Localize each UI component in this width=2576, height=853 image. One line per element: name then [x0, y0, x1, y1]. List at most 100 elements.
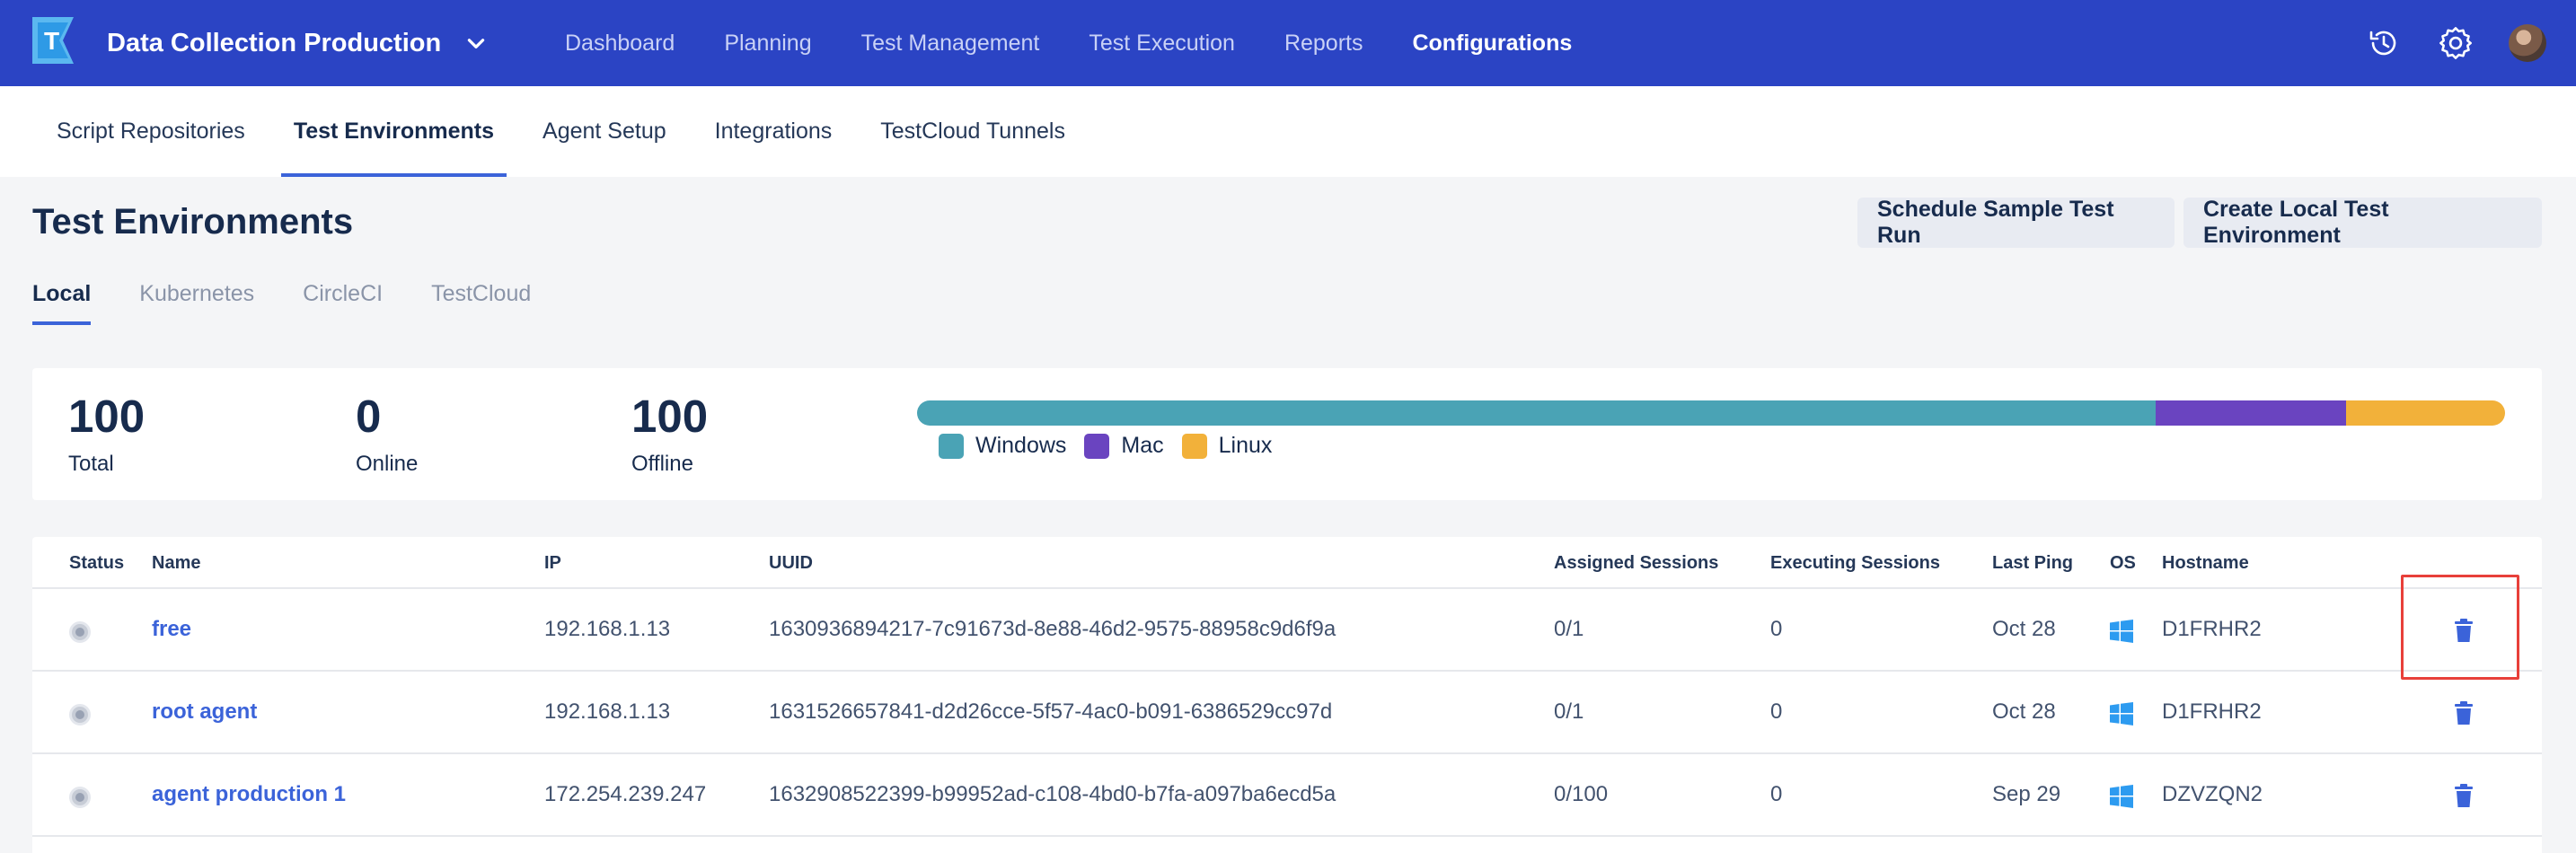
- nav-planning[interactable]: Planning: [724, 31, 811, 57]
- agent-executing-sessions: 0: [1770, 782, 1783, 806]
- legend-label: Windows: [975, 433, 1067, 458]
- subnav-integrations[interactable]: Integrations: [715, 86, 833, 177]
- agent-hostname: DZVZQN2: [2162, 782, 2263, 806]
- nav-dashboard[interactable]: Dashboard: [565, 31, 675, 57]
- tab-testcloud[interactable]: TestCloud: [431, 281, 531, 325]
- header-hostname: Hostname: [2162, 553, 2249, 573]
- page-title: Test Environments: [32, 202, 354, 242]
- header-name: Name: [152, 553, 201, 573]
- legend-label: Linux: [1218, 433, 1273, 458]
- status-offline-indicator: [69, 704, 91, 725]
- top-right-icons: [2332, 0, 2547, 86]
- status-offline-indicator: [69, 787, 91, 808]
- user-avatar[interactable]: [2508, 23, 2547, 63]
- agent-name-link[interactable]: free: [152, 617, 191, 642]
- schedule-sample-test-run-button[interactable]: Schedule Sample Test Run: [1857, 197, 2175, 248]
- nav-configurations[interactable]: Configurations: [1412, 31, 1572, 57]
- nav-reports[interactable]: Reports: [1284, 31, 1363, 57]
- trash-icon[interactable]: [2453, 700, 2475, 725]
- nav-test-management[interactable]: Test Management: [861, 31, 1040, 57]
- agent-summary-card: 100 Total 0 Online 100 Offline Windows Ma…: [32, 368, 2542, 500]
- header-uuid: UUID: [769, 553, 813, 573]
- project-selector[interactable]: Data Collection Production: [107, 0, 488, 86]
- stat-total-value: 100: [68, 391, 146, 442]
- project-name: Data Collection Production: [107, 28, 442, 57]
- windows-icon: [2110, 785, 2133, 808]
- header-executing-sessions: Executing Sessions: [1770, 553, 1940, 573]
- agent-uuid: 1632908522399-b99952ad-c108-4bd0-b7fa-a0…: [769, 782, 1337, 806]
- legend-item-windows: Windows: [939, 433, 1066, 459]
- stat-offline-value: 100: [631, 391, 709, 442]
- main-nav: Dashboard Planning Test Management Test …: [565, 0, 1621, 86]
- tab-circleci[interactable]: CircleCI: [303, 281, 383, 325]
- subnav-agent-setup[interactable]: Agent Setup: [543, 86, 666, 177]
- config-subnav: Script Repositories Test Environments Ag…: [0, 86, 2576, 177]
- agent-assigned-sessions: 0/1: [1554, 617, 1584, 641]
- agent-hostname: D1FRHR2: [2162, 617, 2262, 641]
- stat-offline-label: Offline: [631, 452, 693, 476]
- trash-icon[interactable]: [2453, 783, 2475, 808]
- agents-table: Status Name IP UUID Assigned Sessions Ex…: [32, 537, 2542, 853]
- agent-executing-sessions: 0: [1770, 617, 1783, 641]
- stat-total-label: Total: [68, 452, 114, 476]
- agent-name-link[interactable]: root agent: [152, 699, 257, 725]
- stat-online-value: 0: [356, 391, 382, 442]
- table-header: Status Name IP UUID Assigned Sessions Ex…: [32, 537, 2542, 589]
- agent-uuid: 1631526657841-d2d26cce-5f57-4ac0-b091-63…: [769, 699, 1333, 724]
- history-icon[interactable]: [2364, 23, 2404, 63]
- agent-assigned-sessions: 0/1: [1554, 699, 1584, 724]
- stat-total: 100 Total: [68, 393, 145, 477]
- gear-icon[interactable]: [2436, 23, 2475, 63]
- agent-hostname: D1FRHR2: [2162, 699, 2262, 724]
- subnav-testcloud-tunnels[interactable]: TestCloud Tunnels: [880, 86, 1065, 177]
- os-bar-segment-linux: [2346, 400, 2505, 426]
- environment-tabs: Local Kubernetes CircleCI TestCloud: [32, 281, 579, 325]
- stat-offline: 100 Offline: [631, 393, 708, 477]
- header-assigned-sessions: Assigned Sessions: [1554, 553, 1719, 573]
- agent-last-ping: Oct 28: [1992, 617, 2056, 641]
- chevron-down-icon: [467, 39, 485, 48]
- agent-ip: 192.168.1.13: [544, 699, 671, 724]
- legend-item-mac: Mac: [1084, 433, 1164, 459]
- os-legend: Windows Mac Linux: [939, 433, 1290, 459]
- tab-local[interactable]: Local: [32, 281, 92, 325]
- agent-last-ping: Sep 29: [1992, 782, 2061, 806]
- agent-last-ping: Oct 28: [1992, 699, 2056, 724]
- agent-assigned-sessions: 0/100: [1554, 782, 1609, 806]
- legend-swatch: [939, 433, 964, 459]
- header-last-ping: Last Ping: [1992, 553, 2074, 573]
- subnav-test-environments[interactable]: Test Environments: [280, 86, 507, 177]
- trash-icon[interactable]: [2453, 618, 2475, 643]
- avatar: [2509, 24, 2546, 62]
- subnav-script-repositories[interactable]: Script Repositories: [57, 86, 245, 177]
- table-row: root agent 192.168.1.13 1631526657841-d2…: [32, 672, 2542, 754]
- svg-text:T: T: [44, 27, 59, 55]
- os-bar-segment-windows: [917, 400, 2157, 426]
- create-local-test-environment-button[interactable]: Create Local Test Environment: [2183, 197, 2542, 248]
- legend-swatch: [1181, 433, 1207, 459]
- windows-icon: [2110, 620, 2133, 643]
- table-row: free 192.168.1.13 1630936894217-7c91673d…: [32, 589, 2542, 672]
- agent-name-link[interactable]: agent production 1: [152, 782, 346, 807]
- stat-online-label: Online: [356, 452, 419, 476]
- windows-icon: [2110, 702, 2133, 725]
- header-status: Status: [69, 553, 125, 573]
- agent-executing-sessions: 0: [1770, 699, 1783, 724]
- agent-uuid: 1630936894217-7c91673d-8e88-46d2-9575-88…: [769, 617, 1337, 641]
- agent-ip: 192.168.1.13: [544, 617, 671, 641]
- legend-item-linux: Linux: [1181, 433, 1273, 459]
- top-navbar: T Data Collection Production Dashboard P…: [0, 0, 2576, 86]
- header-os: OS: [2110, 553, 2136, 573]
- katalon-logo-icon[interactable]: T: [32, 17, 79, 64]
- agent-ip: 172.254.239.247: [544, 782, 707, 806]
- stat-online: 0 Online: [356, 393, 418, 477]
- nav-test-execution[interactable]: Test Execution: [1089, 31, 1235, 57]
- os-bar-segment-mac: [2156, 400, 2347, 426]
- header-ip: IP: [544, 553, 561, 573]
- legend-swatch: [1084, 433, 1110, 459]
- legend-label: Mac: [1121, 433, 1164, 458]
- os-distribution-bar: [917, 400, 2505, 426]
- table-row: agent production 1 172.254.239.247 16329…: [32, 754, 2542, 837]
- tab-kubernetes[interactable]: Kubernetes: [139, 281, 254, 325]
- status-offline-indicator: [69, 621, 91, 643]
